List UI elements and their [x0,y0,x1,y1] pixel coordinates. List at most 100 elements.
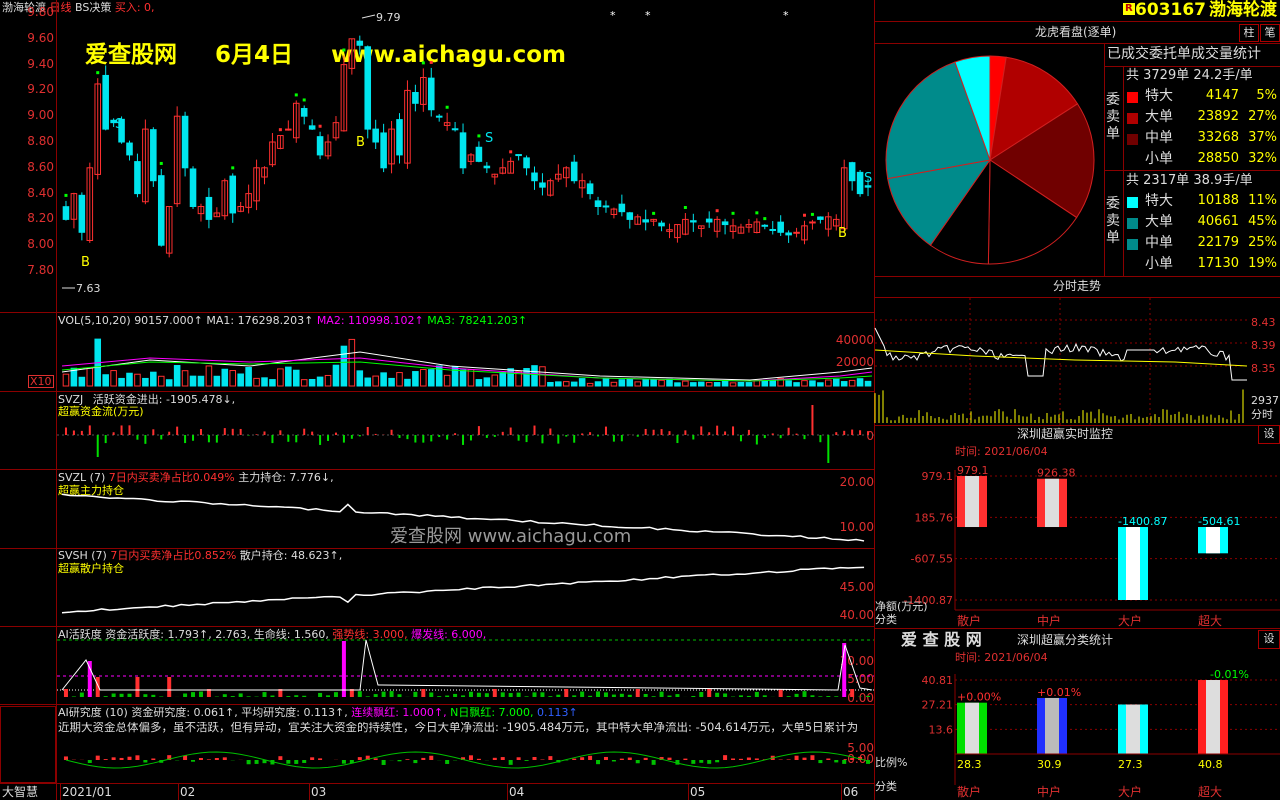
research-bar [492,757,497,760]
research-bar [95,755,100,760]
activity-bar [230,696,235,697]
research-bar [707,760,712,764]
activity-bar [619,693,624,697]
research-bar [318,758,323,760]
research-bar [731,758,736,760]
activity-bar [445,695,450,697]
research-bar [715,760,720,763]
legend-swatch [1127,113,1138,124]
activity-bar [238,693,243,697]
activity-bar [119,693,124,697]
bar-toggle-button[interactable]: 柱 [1239,24,1259,42]
classify-bar-highlight [1126,704,1140,754]
research-bar [429,755,434,760]
row-name: 中单 [1145,235,1173,251]
row-volume: 4147 [1205,88,1239,103]
research-bar [310,757,315,760]
activity-bar [786,696,791,697]
research-bar [826,758,831,760]
research-bar [405,759,410,760]
classify-change: +0.01% [1037,686,1081,699]
intraday-vol-unit: 分时 [1251,408,1273,421]
activity-bar [794,693,799,697]
research-bar [143,760,148,763]
monitor-value: 979.1 [957,464,989,477]
activity-bar [580,691,585,697]
legend-swatch [1127,92,1138,103]
row-percent: 32% [1248,151,1277,166]
research-bar [111,757,116,760]
stock-code: 603167 [1135,0,1206,20]
order-pie-chart[interactable] [875,44,1105,276]
activity-bar [79,692,84,697]
intraday-tick-2: 8.35 [1251,362,1276,375]
row-volume: 23892 [1197,109,1239,124]
monitor-ytick: 979.1 [922,470,954,483]
activity-bar [691,695,696,697]
svzl-line [61,493,865,542]
r-badge: R [1123,3,1135,15]
research-bar [524,760,529,761]
activity-bar [413,691,418,697]
research-bar [198,757,203,760]
research-bar [87,760,92,763]
research-bar [135,755,140,760]
activity-bar [191,692,196,697]
research-bar [254,760,259,764]
classify-change: -0.01% [1210,668,1249,681]
activity-bar [532,692,537,697]
research-bar [341,760,346,764]
research-bar [842,760,847,764]
activity-bar [659,691,664,697]
row-volume: 33268 [1197,130,1239,145]
activity-bar [572,695,577,697]
research-bar [302,760,307,763]
activity-bar [738,695,743,697]
research-bar [794,755,799,760]
monitor-bar-highlight [1045,478,1059,528]
activity-bar [135,677,140,697]
activity-bar [508,693,513,697]
lhb-title: 龙虎看盘(逐单) [1035,25,1117,39]
activity-bar [222,694,227,697]
research-bar [381,760,386,765]
research-bar [627,757,632,760]
research-bar [635,760,640,764]
indicator-charts[interactable] [0,0,874,800]
row-volume: 28850 [1197,151,1239,166]
activity-bar [826,696,831,697]
activity-bar [262,692,267,697]
classify-bar-chart[interactable]: 40.81 27.21 13.6 +0.00% 28.3 散户 +0.01% 30.9 中户 27… [875,640,1280,800]
activity-bar [548,696,553,697]
monitor-bar-highlight [1126,527,1140,600]
activity-bar [246,696,251,697]
classify-category: 散户 [957,784,981,799]
research-bar [222,757,227,760]
research-bar [206,759,211,760]
classify-category: 超大 [1198,784,1222,799]
research-bar [810,755,815,760]
activity-bar [183,693,188,697]
activity-bar [564,689,569,697]
pct-toggle-button[interactable]: 笔 [1260,24,1280,42]
activity-bar [103,696,108,697]
activity-bar [294,695,299,697]
legend-swatch [1127,260,1138,271]
monitor-category: 散户 [957,613,981,628]
monitor-bar-chart[interactable]: 979.1 185.76 -607.55 -1400.87 979.1 散户 926.38 中… [875,440,1280,640]
row-name: 大单 [1145,109,1173,125]
research-bar [754,758,759,760]
intraday-chart[interactable] [874,298,1280,426]
activity-bar [699,692,704,697]
activity-bar [762,695,767,697]
activity-bar [421,689,426,697]
legend-swatch [1127,134,1138,145]
activity-bar [167,677,172,697]
svsh-line [61,566,865,614]
research-bar [468,755,473,760]
sell-side-label: 委卖单 [1106,196,1120,246]
activity-bar [151,694,156,697]
activity-bar [754,691,759,697]
stats-title: 已成交委托单成交量统计 [1107,46,1261,62]
row-volume: 10188 [1197,193,1239,208]
